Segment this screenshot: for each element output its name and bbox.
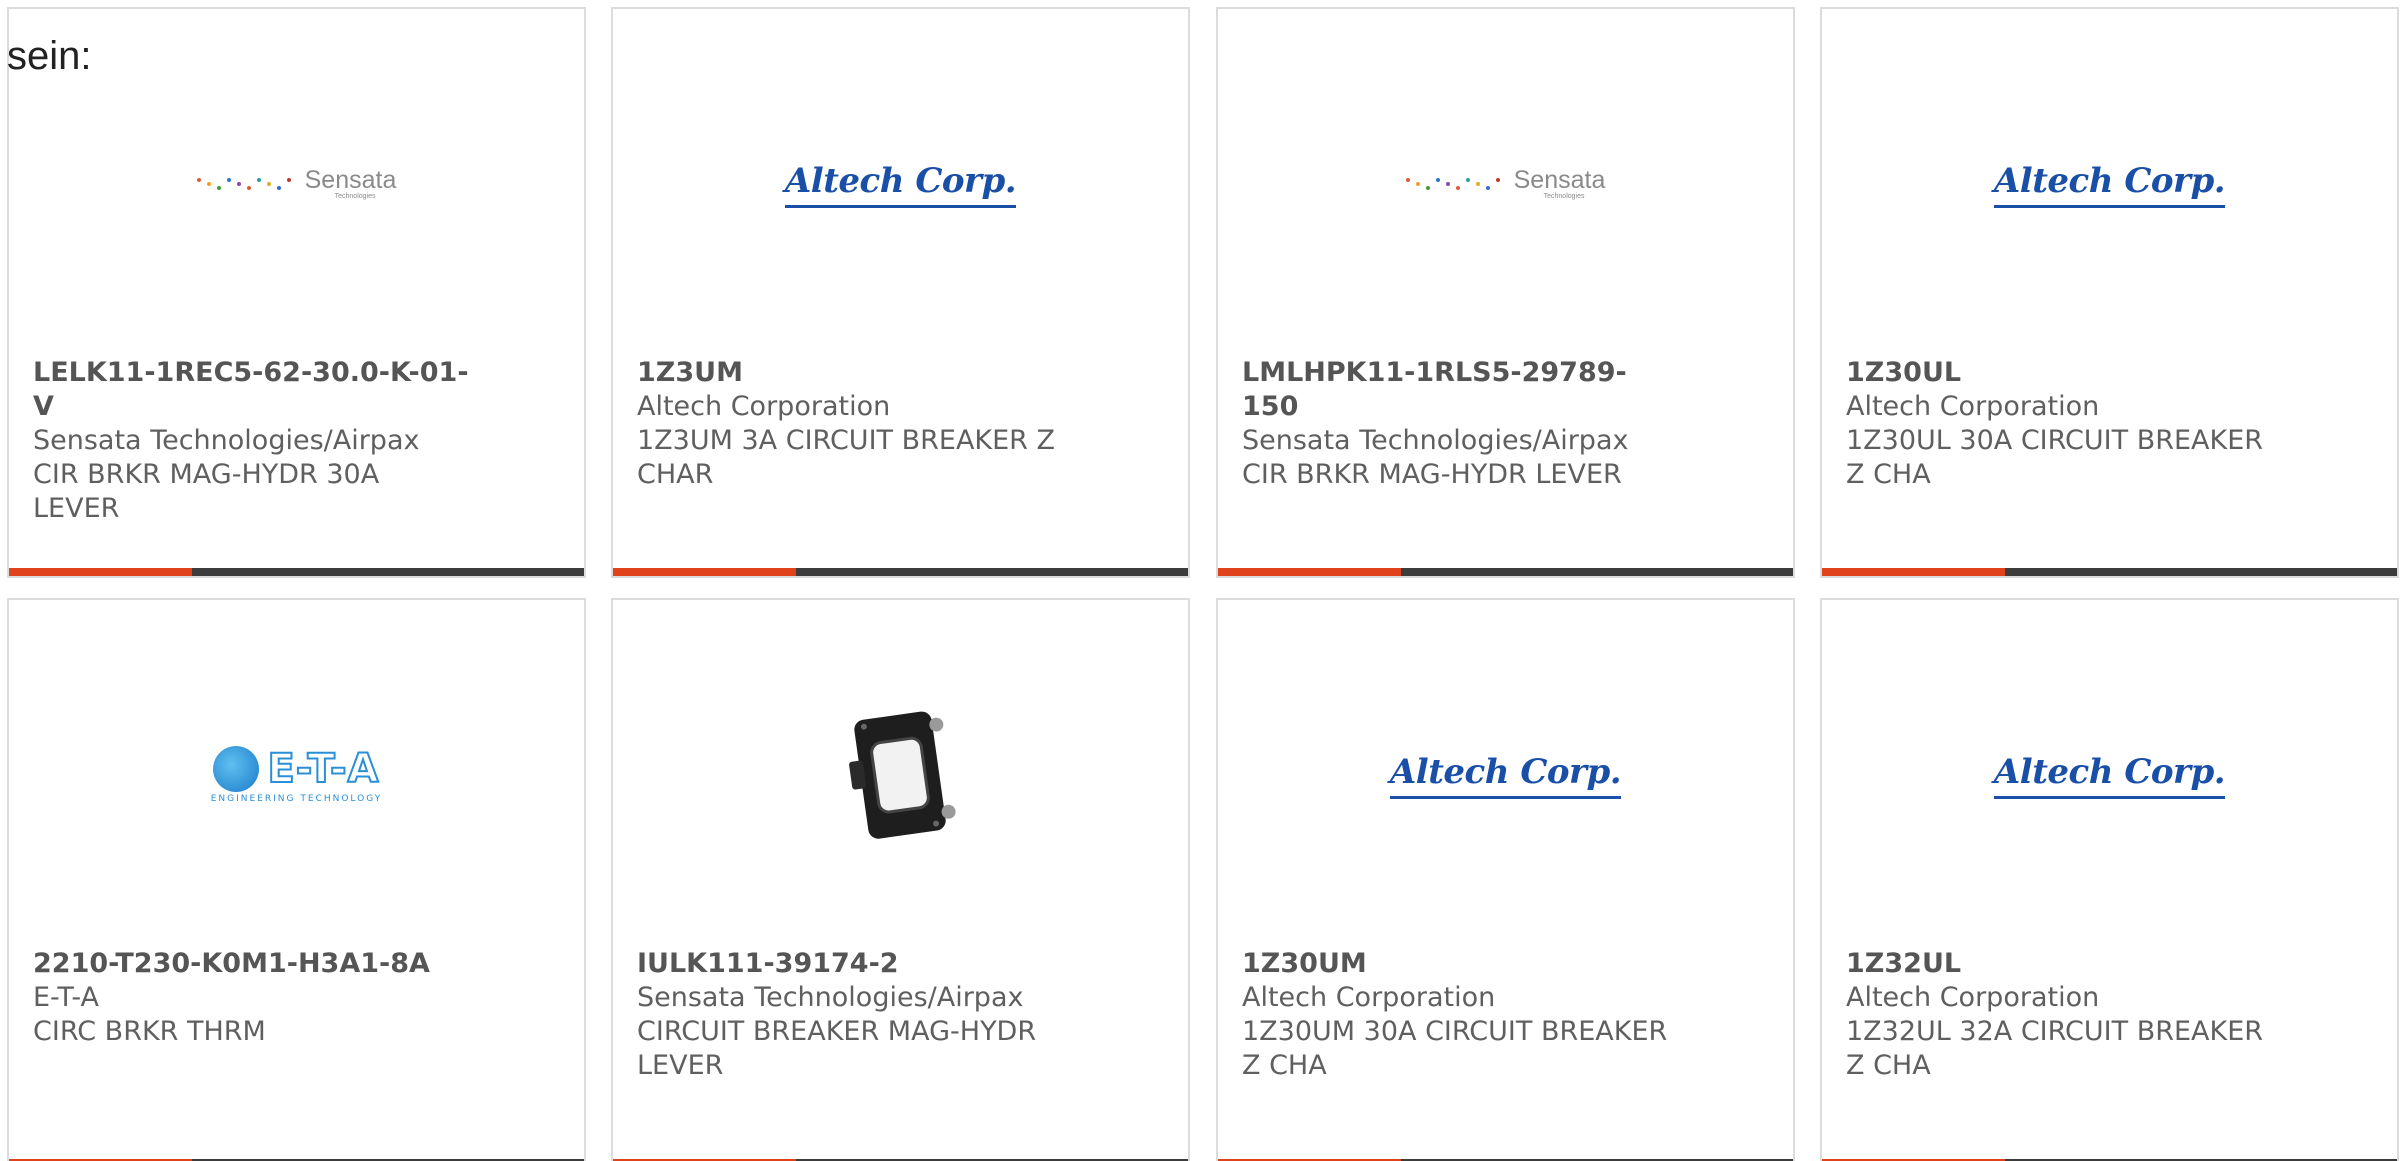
product-image[interactable]: Altech Corp. <box>1822 695 2397 855</box>
sensata-logo: Sensata Technologies <box>1405 166 1606 201</box>
product-image[interactable]: Sensata Technologies <box>9 104 584 264</box>
product-card[interactable]: Altech Corp. 1Z32UL Altech Corporation 1Z32… <box>1820 598 2399 1161</box>
part-number-link[interactable]: 2210-T230-K0M1-H3A1-8A <box>33 947 473 981</box>
eta-logo: E-T-A ENGINEERING TECHNOLOGY <box>210 745 383 804</box>
altech-logo: Altech Corp. <box>784 161 1017 208</box>
product-description: 1Z32UL 32A CIRCUIT BREAKER Z CHA <box>1846 1016 2264 1081</box>
product-image[interactable]: E-T-A ENGINEERING TECHNOLOGY <box>9 695 584 855</box>
product-card[interactable]: Sensata Technologies LMLHPK11-1RLS5-29789-… <box>1216 7 1795 578</box>
product-card[interactable]: Altech Corp. 1Z3UM Altech Corporation 1Z3UM… <box>611 7 1190 578</box>
altech-logo: Altech Corp. <box>1993 161 2226 208</box>
product-description: CIR BRKR MAG-HYDR LEVER <box>1242 459 1622 490</box>
product-grid-page: sein: Sensata Technologies LELK11-1REC5-62… <box>0 0 2400 1161</box>
product-image[interactable]: Altech Corp. <box>613 104 1188 264</box>
product-info: 1Z3UM Altech Corporation 1Z3UM 3A CIRCUIT … <box>637 356 1077 492</box>
product-info: IULK111-39174-2 Sensata Technologies/Airp… <box>637 947 1077 1083</box>
logo-subtext: Technologies <box>334 193 376 200</box>
intro-text: sein: <box>7 34 92 78</box>
logo-text: Sensata <box>304 166 397 194</box>
product-description: CIRCUIT BREAKER MAG-HYDR LEVER <box>637 1016 1037 1081</box>
product-card[interactable]: IULK111-39174-2 Sensata Technologies/Airp… <box>611 598 1190 1161</box>
product-card[interactable]: Altech Corp. 1Z30UM Altech Corporation 1Z30… <box>1216 598 1795 1161</box>
manufacturer-name: Sensata Technologies/Airpax <box>33 425 420 456</box>
manufacturer-name: Altech Corporation <box>1846 391 2100 422</box>
sensata-dots-icon <box>196 178 291 190</box>
product-info: 1Z30UL Altech Corporation 1Z30UL 30A CIRCU… <box>1846 356 2286 492</box>
product-image[interactable]: Sensata Technologies <box>1218 104 1793 264</box>
card-accent-bar <box>9 568 192 576</box>
card-bottom-bar <box>613 568 1188 576</box>
product-info: 1Z32UL Altech Corporation 1Z32UL 32A CIRCU… <box>1846 947 2286 1083</box>
part-number-link[interactable]: 1Z32UL <box>1846 947 2286 981</box>
card-accent-bar <box>1218 568 1401 576</box>
product-info: LELK11-1REC5-62-30.0-K-01-V Sensata Techn… <box>33 356 473 526</box>
card-bottom-bar <box>1218 568 1793 576</box>
card-bottom-bar <box>9 568 584 576</box>
logo-text: Sensata <box>1513 166 1606 194</box>
manufacturer-name: Altech Corporation <box>1242 982 1496 1013</box>
manufacturer-name: E-T-A <box>33 982 99 1013</box>
product-image[interactable]: Altech Corp. <box>1822 104 2397 264</box>
product-card[interactable]: Altech Corp. 1Z30UL Altech Corporation 1Z30… <box>1820 7 2399 578</box>
circuit-breaker-photo <box>848 711 956 839</box>
logo-text: E-T-A <box>266 745 380 793</box>
part-number-link[interactable]: 1Z30UL <box>1846 356 2286 390</box>
logo-subtext: Technologies <box>1543 193 1585 200</box>
part-number-link[interactable]: IULK111-39174-2 <box>637 947 1077 981</box>
product-info: 1Z30UM Altech Corporation 1Z30UM 30A CIRCU… <box>1242 947 1682 1083</box>
product-image[interactable]: Altech Corp. <box>1218 695 1793 855</box>
manufacturer-name: Altech Corporation <box>1846 982 2100 1013</box>
card-accent-bar <box>613 568 796 576</box>
sensata-logo: Sensata Technologies <box>196 166 397 201</box>
product-description: 1Z30UM 30A CIRCUIT BREAKER Z CHA <box>1242 1016 1668 1081</box>
part-number-link[interactable]: 1Z3UM <box>637 356 1077 390</box>
product-info: 2210-T230-K0M1-H3A1-8A E-T-A CIRC BRKR THR… <box>33 947 473 1049</box>
product-description: 1Z30UL 30A CIRCUIT BREAKER Z CHA <box>1846 425 2264 490</box>
product-info: LMLHPK11-1RLS5-29789-150 Sensata Technolo… <box>1242 356 1682 492</box>
product-card[interactable]: Sensata Technologies LELK11-1REC5-62-30.0-… <box>7 7 586 578</box>
part-number-link[interactable]: LMLHPK11-1RLS5-29789-150 <box>1242 356 1682 424</box>
product-description: 1Z3UM 3A CIRCUIT BREAKER Z CHAR <box>637 425 1056 490</box>
card-bottom-bar <box>1822 568 2397 576</box>
product-description: CIR BRKR MAG-HYDR 30A LEVER <box>33 459 380 524</box>
altech-logo: Altech Corp. <box>1993 752 2226 799</box>
product-card[interactable]: E-T-A ENGINEERING TECHNOLOGY 2210-T230-K0M… <box>7 598 586 1161</box>
manufacturer-name: Altech Corporation <box>637 391 891 422</box>
part-number-link[interactable]: LELK11-1REC5-62-30.0-K-01-V <box>33 356 473 424</box>
manufacturer-name: Sensata Technologies/Airpax <box>637 982 1024 1013</box>
card-accent-bar <box>1822 568 2005 576</box>
sensata-dots-icon <box>1405 178 1500 190</box>
altech-logo: Altech Corp. <box>1389 752 1622 799</box>
logo-subtext: ENGINEERING TECHNOLOGY <box>210 794 383 804</box>
globe-icon <box>213 746 260 792</box>
part-number-link[interactable]: 1Z30UM <box>1242 947 1682 981</box>
product-description: CIRC BRKR THRM <box>33 1016 266 1047</box>
product-image[interactable] <box>613 695 1188 855</box>
manufacturer-name: Sensata Technologies/Airpax <box>1242 425 1629 456</box>
